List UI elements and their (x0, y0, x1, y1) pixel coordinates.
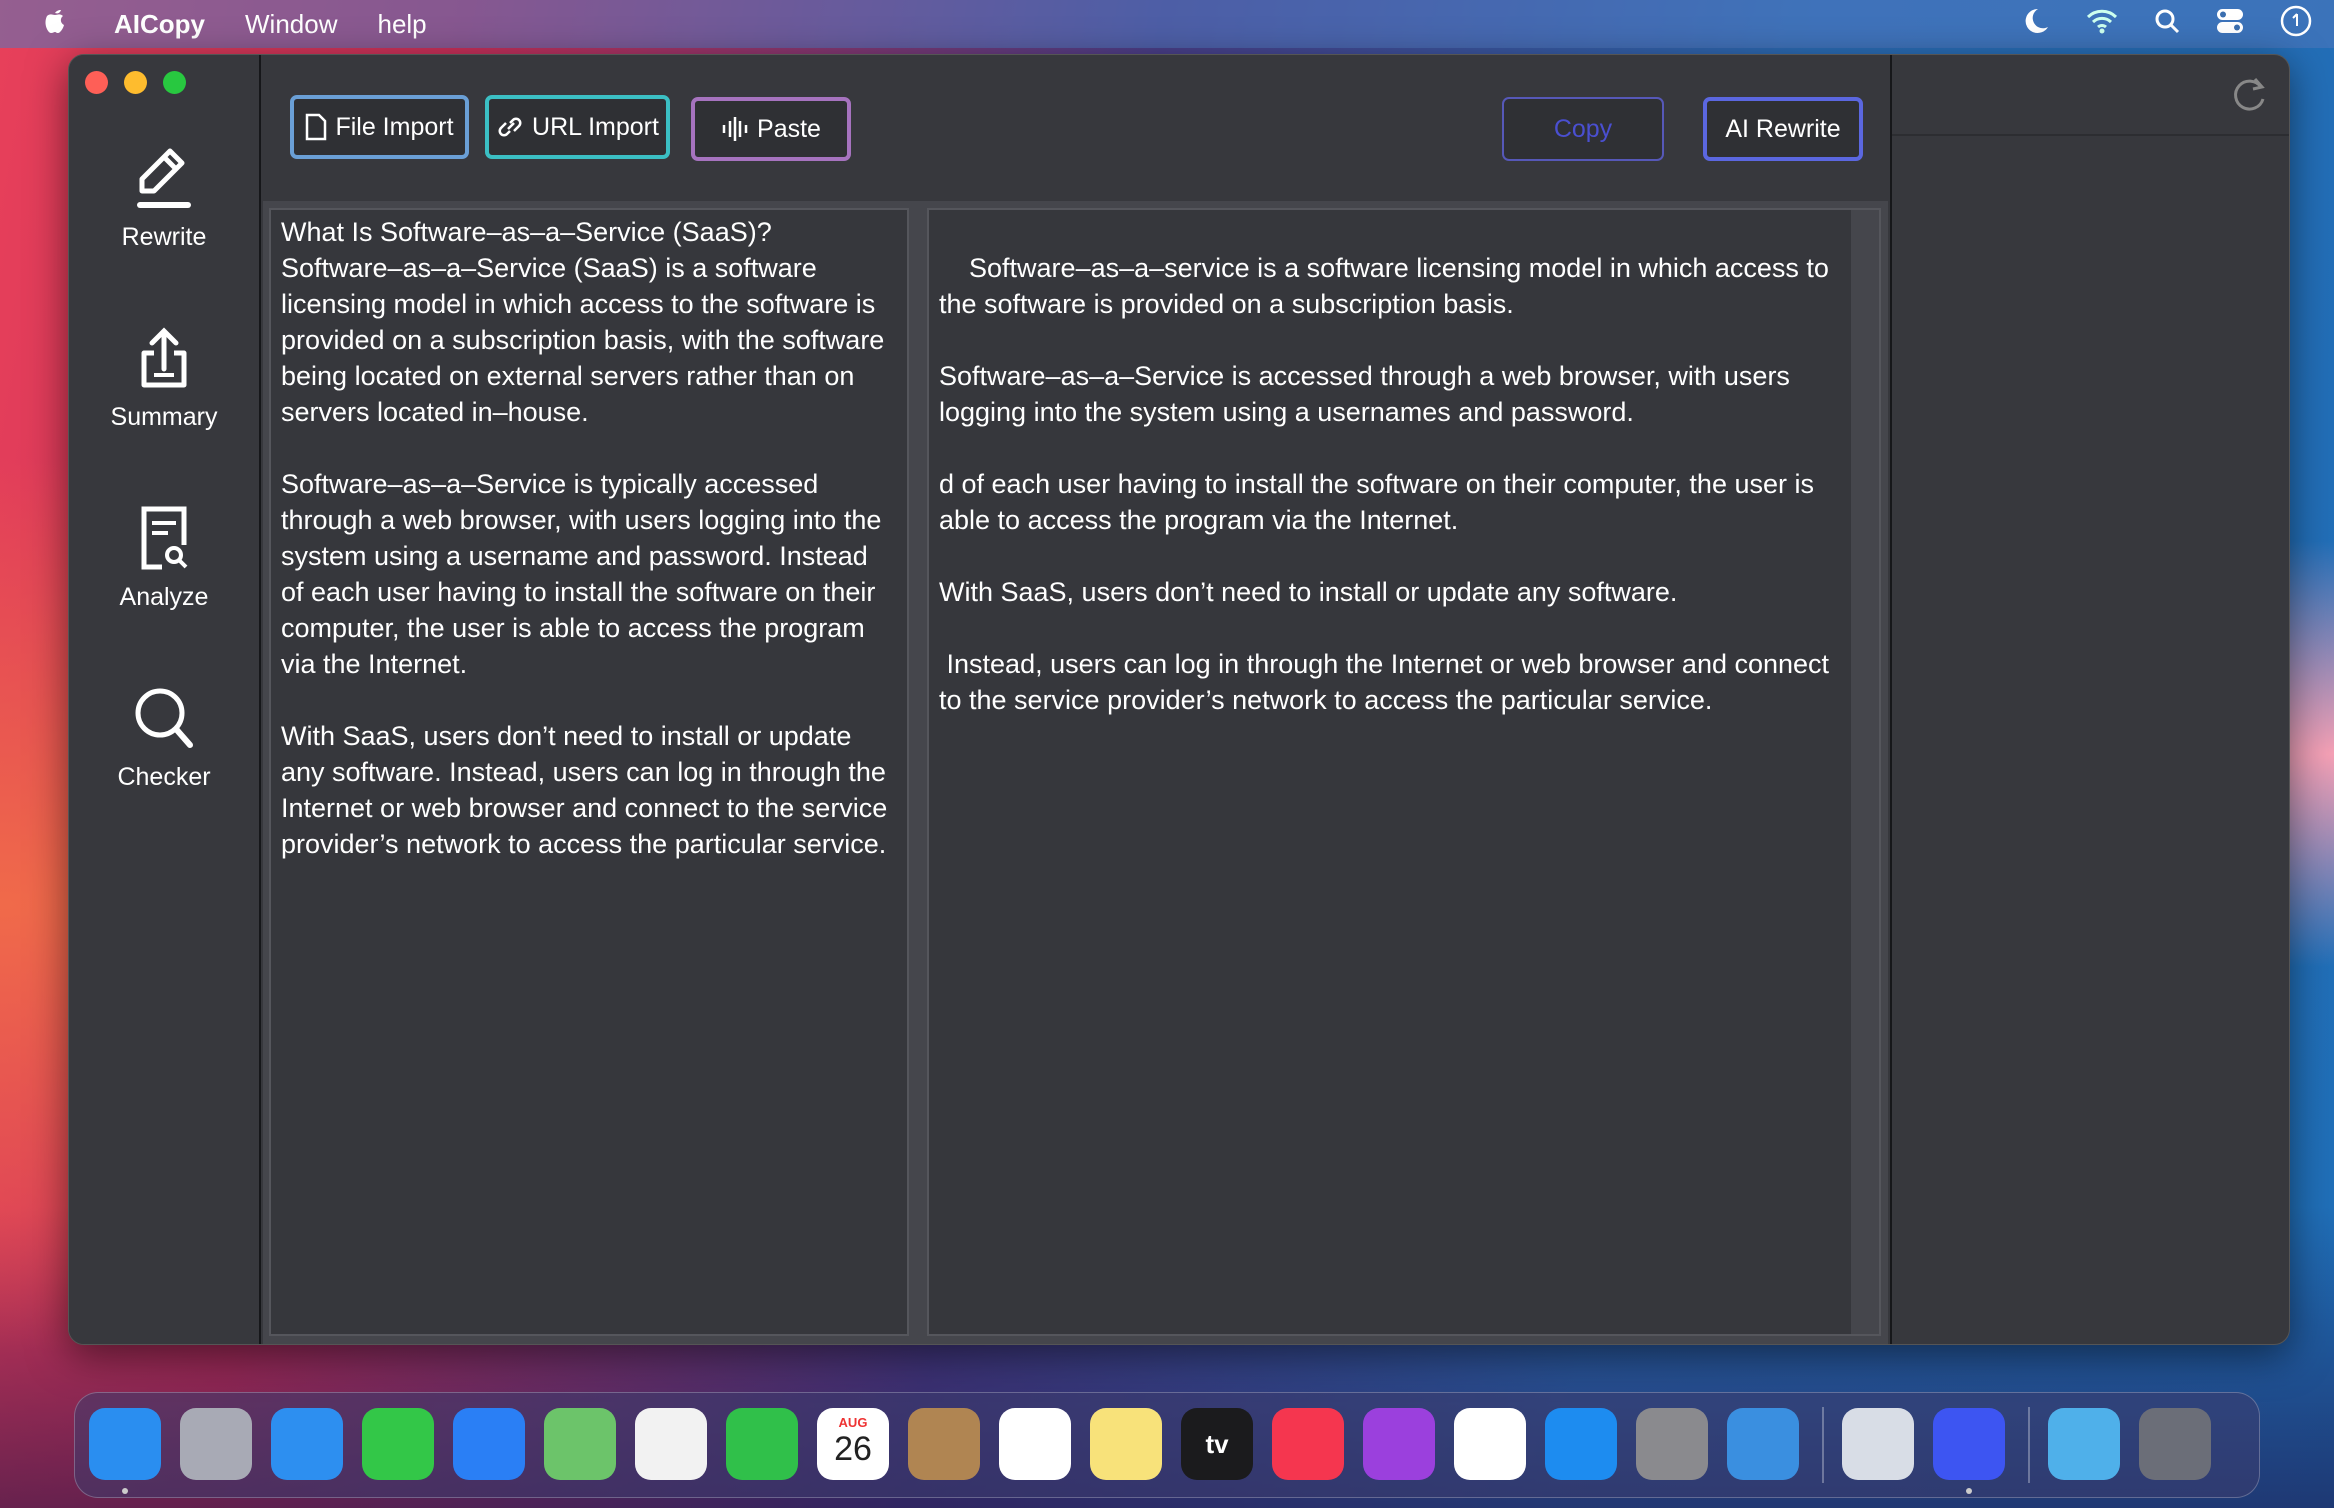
magnifier-icon (135, 688, 193, 748)
dock-safari-icon[interactable] (271, 1408, 343, 1480)
dock-photos-icon[interactable] (635, 1408, 707, 1480)
sidebar: Rewrite Summary Analyze Checker (69, 55, 261, 1344)
menu-window[interactable]: Window (245, 9, 337, 40)
copy-label: Copy (1553, 114, 1613, 143)
url-import-button[interactable]: URL Import (485, 95, 670, 159)
file-import-label: File Import (335, 112, 454, 141)
paste-label: Paste (757, 114, 821, 143)
dock-messages-icon[interactable] (362, 1408, 434, 1480)
file-icon (306, 113, 327, 141)
dock-maps-icon[interactable] (544, 1408, 616, 1480)
refresh-icon[interactable] (2230, 75, 2268, 115)
minimize-window-button[interactable] (124, 71, 147, 94)
share-upload-icon (141, 327, 187, 388)
file-import-button[interactable]: File Import (290, 95, 469, 159)
dock-contacts-icon[interactable] (908, 1408, 980, 1480)
divider (1892, 134, 2289, 136)
zoom-window-button[interactable] (163, 71, 186, 94)
dock-aicopy-icon[interactable] (1933, 1408, 2005, 1480)
running-indicator (122, 1488, 128, 1494)
sidebar-item-label: Summary (110, 403, 218, 431)
paste-button[interactable]: Paste (691, 97, 851, 161)
search-icon[interactable] (2154, 8, 2180, 41)
ai-rewrite-label: AI Rewrite (1725, 114, 1841, 143)
dock-mountain-app-icon[interactable] (1727, 1408, 1799, 1480)
menu-bar: AICopy Window help (0, 0, 2334, 48)
sidebar-item-label: Rewrite (121, 223, 207, 251)
dock-reminders-icon[interactable] (999, 1408, 1071, 1480)
apple-menu-icon[interactable] (42, 5, 70, 43)
url-import-label: URL Import (532, 112, 659, 141)
dock-separator (1822, 1407, 1824, 1483)
dock-calendar-icon[interactable]: AUG 26 (817, 1408, 889, 1480)
dock-trash-icon[interactable] (2139, 1408, 2211, 1480)
sidebar-item-checker[interactable]: Checker (69, 685, 259, 792)
aicopy-window: Rewrite Summary Analyze Checker File Imp… (68, 54, 2290, 1345)
dock-launchpad-icon[interactable] (180, 1408, 252, 1480)
dock-mail-icon[interactable] (453, 1408, 525, 1480)
document-search-icon (141, 506, 188, 570)
sidebar-item-analyze[interactable]: Analyze (69, 505, 259, 612)
dock-podcasts-icon[interactable] (1363, 1408, 1435, 1480)
output-scrollbar[interactable] (1851, 210, 1879, 1334)
dock-music-icon[interactable] (1272, 1408, 1344, 1480)
sidebar-item-rewrite[interactable]: Rewrite (69, 145, 259, 252)
dock-system-preferences-icon[interactable] (1636, 1408, 1708, 1480)
dock-downloads-folder-icon[interactable] (2048, 1408, 2120, 1480)
dock-tv-icon[interactable]: tv (1181, 1408, 1253, 1480)
close-window-button[interactable] (85, 71, 108, 94)
clock-icon[interactable] (2280, 5, 2312, 44)
dock-news-icon[interactable] (1454, 1408, 1526, 1480)
tv-label: tv (1205, 1428, 1229, 1459)
waveform-icon (722, 117, 748, 141)
pencil-icon (137, 148, 191, 208)
copy-button[interactable]: Copy (1502, 97, 1664, 161)
ai-rewrite-button[interactable]: AI Rewrite (1703, 97, 1863, 161)
window-controls (85, 71, 186, 94)
dock-preview-icon[interactable] (1842, 1408, 1914, 1480)
moon-icon[interactable] (2024, 7, 2050, 42)
output-text: Software–as–a–service is a software lice… (939, 253, 1830, 715)
dock-notes-icon[interactable] (1090, 1408, 1162, 1480)
wifi-icon[interactable] (2086, 8, 2118, 41)
output-textarea[interactable]: Software–as–a–service is a software lice… (927, 208, 1881, 1336)
dock-app-store-icon[interactable] (1545, 1408, 1617, 1480)
sidebar-item-summary[interactable]: Summary (69, 325, 259, 432)
dock-separator (2028, 1407, 2030, 1483)
menu-app-name[interactable]: AICopy (114, 9, 205, 40)
dock-facetime-icon[interactable] (726, 1408, 798, 1480)
link-icon (498, 117, 522, 137)
running-indicator (1966, 1488, 1972, 1494)
right-panel (1890, 55, 2289, 1344)
dock-finder-icon[interactable] (89, 1408, 161, 1480)
sidebar-item-label: Checker (117, 763, 211, 791)
input-textarea[interactable]: What Is Software–as–a–Service (SaaS)? So… (269, 208, 909, 1336)
menu-help[interactable]: help (377, 9, 426, 40)
calendar-month: AUG (838, 1415, 868, 1430)
dock: AUG 26 tv (74, 1392, 2260, 1498)
sidebar-item-label: Analyze (119, 583, 209, 611)
control-center-icon[interactable] (2216, 8, 2244, 41)
calendar-day: 26 (834, 1430, 872, 1468)
